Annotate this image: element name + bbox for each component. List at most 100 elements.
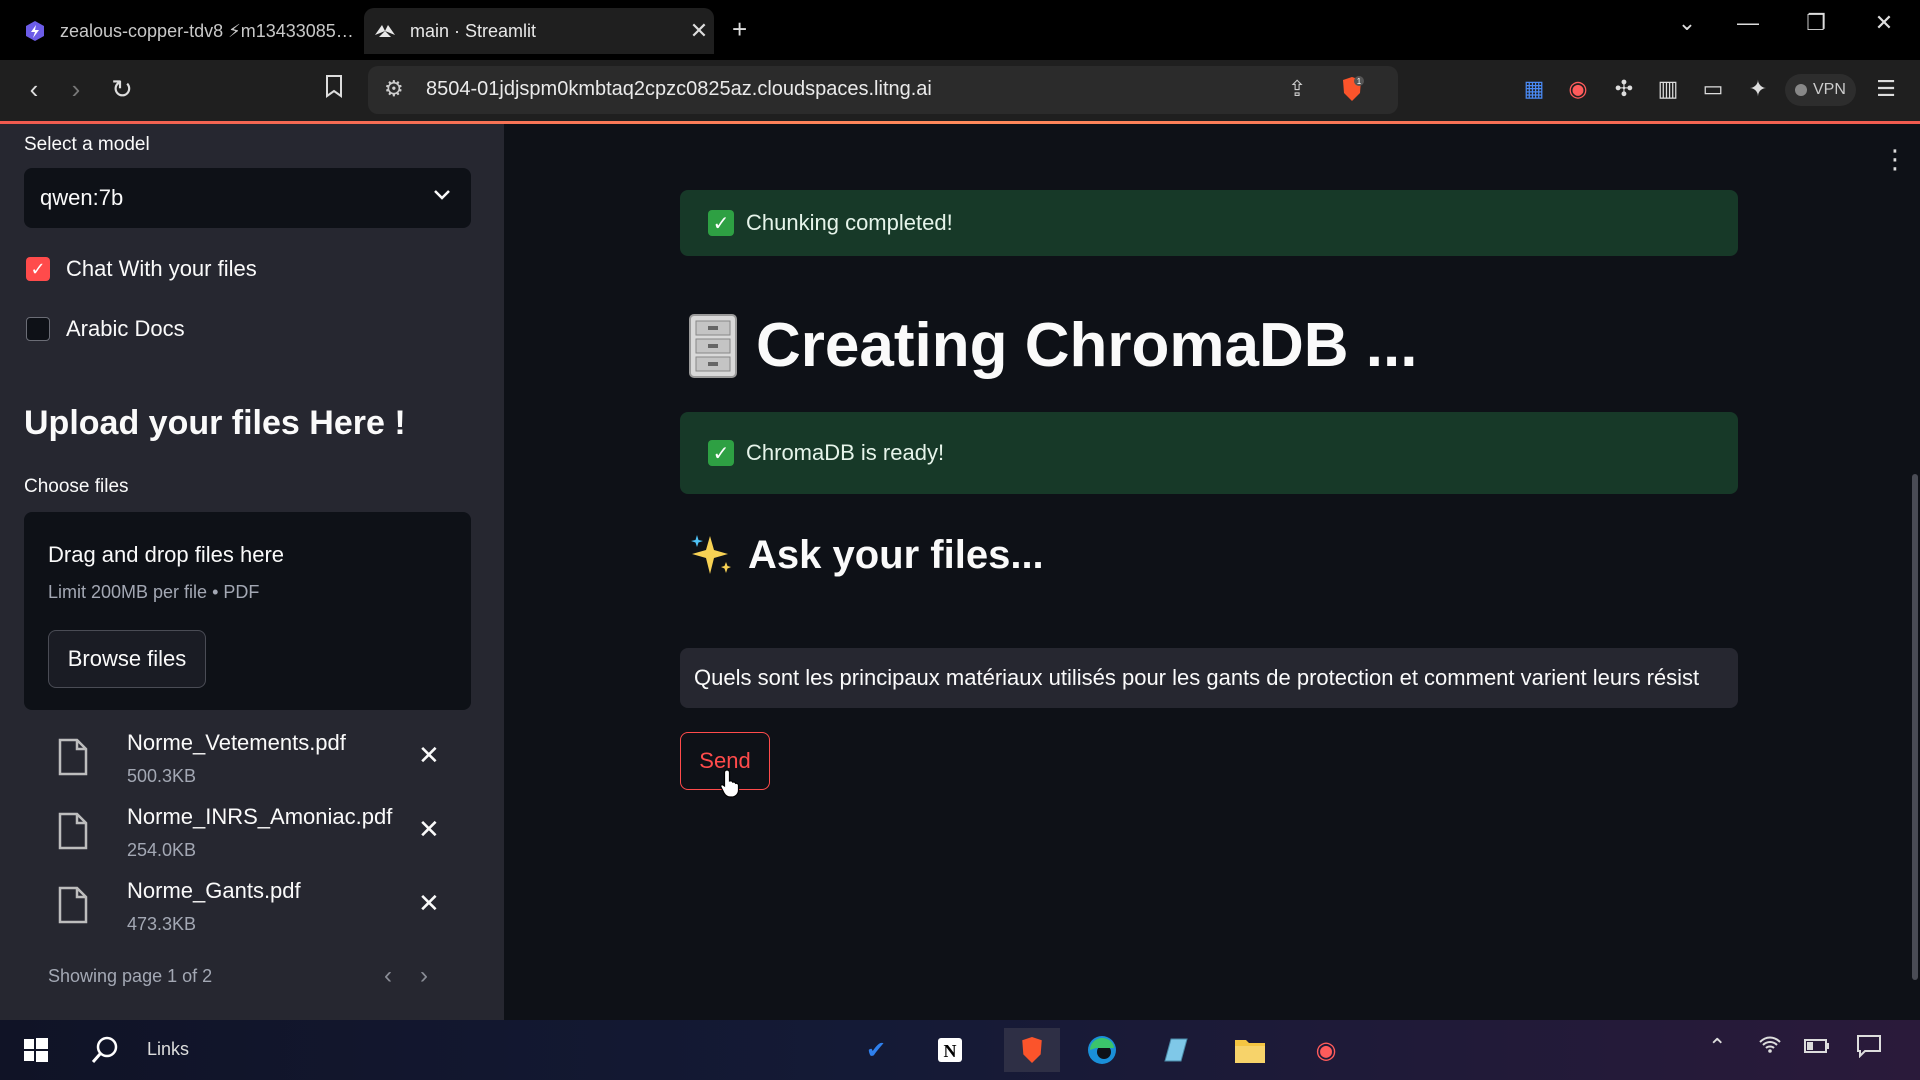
notifications-icon[interactable] [1856, 1034, 1882, 1064]
address-bar[interactable]: ⚙ 8504-01jdjspm0kmbtaq2cpzc0825az.clouds… [368, 66, 1398, 114]
model-select-value: qwen:7b [40, 185, 124, 210]
checkbox-arabic-docs[interactable]: Arabic Docs [26, 316, 185, 342]
vpn-status-icon [1795, 84, 1807, 96]
uploaded-file-item: Norme_INRS_Amoniac.pdf 254.0KB ✕ [24, 804, 471, 874]
notion-app-icon[interactable]: N [930, 1030, 970, 1070]
vpn-button[interactable]: VPN [1785, 74, 1856, 106]
close-window-icon[interactable]: ✕ [1864, 10, 1904, 36]
model-select[interactable]: qwen:7b [24, 168, 471, 228]
translate-icon[interactable]: ▦ [1518, 76, 1550, 108]
forward-icon[interactable]: › [58, 74, 94, 105]
file-size: 254.0KB [127, 840, 197, 860]
reload-icon[interactable]: ↻ [104, 74, 140, 105]
windows-start-icon[interactable] [16, 1030, 56, 1070]
screen-recorder-icon[interactable]: ◉ [1306, 1030, 1346, 1070]
new-tab-icon[interactable]: + [732, 14, 747, 45]
scrollbar[interactable] [1912, 474, 1918, 980]
brave-shields-icon[interactable]: 1 [1340, 76, 1364, 108]
sidebar: Select a model qwen:7b ✓ Chat With your … [0, 124, 504, 1020]
ask-header: Ask your files... [688, 532, 1044, 578]
checkbox-chat-with-files[interactable]: ✓ Chat With your files [26, 256, 257, 282]
back-icon[interactable]: ‹ [16, 74, 52, 105]
file-name: Norme_INRS_Amoniac.pdf [127, 804, 393, 829]
next-page-icon[interactable]: › [420, 962, 428, 990]
alert-text: Chunking completed! [746, 210, 953, 235]
remove-file-icon[interactable]: ✕ [418, 814, 440, 845]
remove-file-icon[interactable]: ✕ [418, 740, 440, 771]
file-icon [58, 886, 88, 924]
tab-lightning[interactable]: zealous-copper-tdv8 ⚡m13433085… [14, 8, 364, 54]
page-title: Creating ChromaDB ... [688, 310, 1417, 381]
more-options-icon[interactable]: ⋮ [1882, 144, 1908, 175]
ask-header-text: Ask your files... [748, 532, 1044, 577]
tab-list-chevron-icon[interactable]: ⌄ [1667, 10, 1707, 36]
checkbox-label: Chat With your files [66, 256, 257, 281]
tab-streamlit[interactable]: main · Streamlit ✕ [364, 8, 714, 54]
bookmark-icon[interactable] [316, 74, 352, 105]
file-cabinet-icon [689, 313, 737, 378]
browse-files-button[interactable]: Browse files [48, 630, 206, 688]
prev-page-icon[interactable]: ‹ [384, 962, 392, 990]
menu-icon[interactable]: ☰ [1870, 76, 1902, 108]
model-select-label: Select a model [24, 134, 150, 155]
restore-icon[interactable]: ❐ [1796, 10, 1836, 36]
extensions-icon[interactable]: ✣ [1608, 76, 1640, 108]
brave-app-icon[interactable] [1004, 1028, 1060, 1072]
wifi-icon[interactable] [1758, 1034, 1782, 1060]
tab-title: zealous-copper-tdv8 ⚡m13433085… [60, 20, 354, 41]
success-alert-chroma: ✓ ChromaDB is ready! [680, 412, 1738, 494]
remove-file-icon[interactable]: ✕ [418, 888, 440, 919]
vpn-label: VPN [1813, 81, 1846, 98]
file-size: 473.3KB [127, 914, 197, 934]
file-size: 500.3KB [127, 766, 197, 786]
search-icon[interactable] [86, 1030, 126, 1070]
wallet-icon[interactable]: ▭ [1697, 76, 1729, 108]
file-name: Norme_Gants.pdf [127, 878, 301, 903]
leo-ai-icon[interactable]: ✦ [1742, 76, 1774, 108]
site-settings-icon[interactable]: ⚙ [384, 76, 404, 102]
title-text: Creating ChromaDB ... [756, 311, 1418, 380]
sidebar-toggle-icon[interactable]: ▥ [1652, 76, 1684, 108]
alert-text: ChromaDB is ready! [746, 440, 945, 465]
close-tab-icon[interactable]: ✕ [684, 18, 714, 44]
choose-files-label: Choose files [24, 476, 129, 497]
file-name: Norme_Vetements.pdf [127, 730, 346, 755]
shields-badge: 1 [1357, 77, 1362, 86]
file-dropzone[interactable]: Drag and drop files here Limit 200MB per… [24, 512, 471, 710]
file-icon [58, 738, 88, 776]
svg-text:N: N [944, 1041, 957, 1061]
uploaded-file-item: Norme_Vetements.pdf 500.3KB ✕ [24, 730, 471, 800]
todo-app-icon[interactable]: ✔ [856, 1030, 896, 1070]
minimize-icon[interactable]: — [1728, 10, 1768, 36]
upload-header: Upload your files Here ! [24, 404, 406, 442]
dropzone-text: Drag and drop files here [48, 542, 285, 567]
screenshot-icon[interactable]: ◉ [1562, 76, 1594, 108]
sparkles-icon [691, 535, 731, 574]
success-alert-chunking: ✓ Chunking completed! [680, 190, 1738, 256]
tab-title: main · Streamlit [410, 20, 537, 41]
share-icon[interactable]: ⇪ [1288, 76, 1306, 102]
dropzone-limit: Limit 200MB per file • PDF [48, 582, 260, 602]
taskbar: Links ✔ N ◉ ⌃ [0, 1020, 1920, 1080]
browser-tab-strip: zealous-copper-tdv8 ⚡m13433085… main · S… [0, 0, 1920, 60]
question-input-value: Quels sont les principaux matériaux util… [694, 665, 1700, 690]
streamlit-icon [374, 20, 396, 42]
main-content: ⋮ ✓ Chunking completed! Creating ChromaD… [504, 124, 1920, 1020]
pagination-text: Showing page 1 of 2 [48, 966, 213, 986]
file-explorer-icon[interactable] [1230, 1030, 1270, 1070]
checkbox-label: Arabic Docs [66, 316, 185, 341]
check-icon: ✓ [708, 440, 734, 466]
question-input[interactable]: Quels sont les principaux matériaux util… [680, 648, 1738, 708]
chevron-down-icon [433, 184, 451, 207]
hand-pointer-cursor-icon [720, 769, 740, 798]
checkbox-unchecked-icon[interactable] [26, 317, 50, 341]
lightning-ai-icon [24, 20, 46, 42]
battery-icon[interactable] [1804, 1034, 1830, 1060]
notes-app-icon[interactable] [1156, 1030, 1196, 1070]
browser-toolbar: ‹ › ↻ ⚙ 8504-01jdjspm0kmbtaq2cpzc0825az.… [0, 60, 1920, 122]
edge-app-icon[interactable] [1082, 1030, 1122, 1070]
checkbox-checked-icon[interactable]: ✓ [26, 257, 50, 281]
uploaded-file-item: Norme_Gants.pdf 473.3KB ✕ [24, 878, 471, 948]
tray-overflow-icon[interactable]: ⌃ [1708, 1034, 1726, 1060]
search-label[interactable]: Links [147, 1039, 189, 1060]
